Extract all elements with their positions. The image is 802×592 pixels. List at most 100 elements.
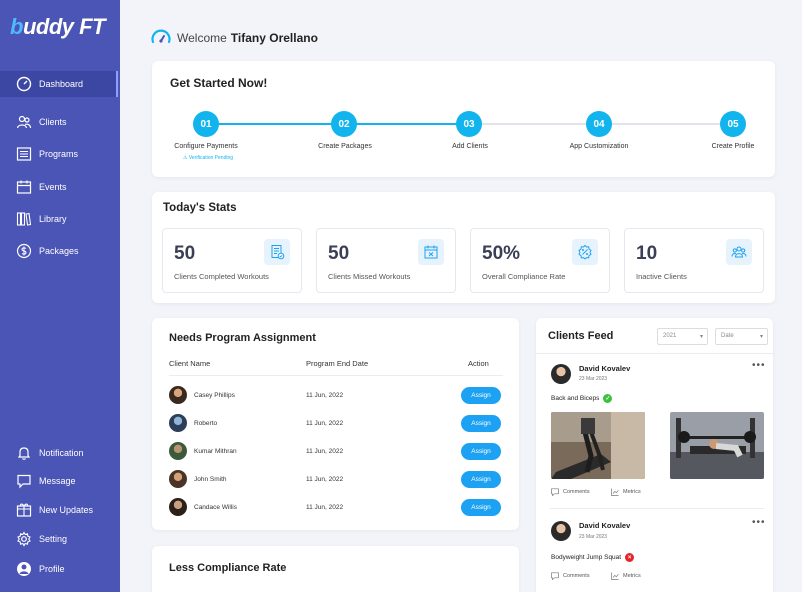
- stat-inactive-clients[interactable]: 10 Inactive Clients: [624, 228, 764, 293]
- step-1-label[interactable]: Configure Payments: [174, 143, 237, 150]
- less-compliance-title: Less Compliance Rate: [169, 562, 287, 574]
- compliance-badge-icon: [572, 239, 598, 265]
- post-date: 23 Mar 2023: [579, 534, 608, 540]
- workout-check-icon: [264, 239, 290, 265]
- library-icon: [16, 211, 32, 227]
- step-1-circle[interactable]: 01: [193, 111, 219, 137]
- get-started-title: Get Started Now!: [170, 76, 268, 90]
- speedometer-icon: [151, 29, 171, 44]
- year-select[interactable]: 2021 ▾: [657, 328, 708, 345]
- post-author[interactable]: David Kovalev: [579, 521, 630, 530]
- stat-label: Inactive Clients: [636, 272, 687, 281]
- client-name[interactable]: Casey Phillips: [194, 392, 235, 399]
- dashboard-icon: [16, 76, 32, 92]
- column-header-end-date: Program End Date: [306, 359, 369, 368]
- post-workout-title: Back and Biceps ✓: [551, 394, 613, 403]
- post-author[interactable]: David Kovalev: [579, 364, 630, 373]
- chevron-down-icon: ▾: [759, 334, 763, 340]
- avatar[interactable]: [551, 521, 571, 541]
- client-name[interactable]: Candace Willis: [194, 504, 237, 511]
- program-end-date: 11 Jun, 2022: [306, 448, 344, 455]
- stat-completed-workouts[interactable]: 50 Clients Completed Workouts: [162, 228, 302, 293]
- step-5-circle[interactable]: 05: [720, 111, 746, 137]
- column-header-client-name: Client Name: [169, 359, 211, 368]
- avatar: [169, 414, 187, 432]
- nav-clients[interactable]: Clients: [0, 109, 120, 135]
- workout-photo[interactable]: [670, 412, 764, 479]
- post-divider: [550, 508, 764, 509]
- nav-library[interactable]: Library: [0, 206, 120, 232]
- nav-message[interactable]: Message: [0, 468, 120, 494]
- assign-button[interactable]: Assign: [461, 387, 501, 404]
- bell-icon: [16, 445, 32, 461]
- workout-name: Bodyweight Jump Squat: [551, 554, 622, 561]
- client-name[interactable]: John Smith: [194, 476, 227, 483]
- assign-button[interactable]: Assign: [461, 443, 501, 460]
- program-end-date: 11 Jun, 2022: [306, 476, 344, 483]
- get-started-card: Get Started Now! 01 02 03 04 05 Configur…: [152, 61, 775, 177]
- stat-value: 10: [636, 243, 658, 264]
- more-options-icon[interactable]: •••: [752, 360, 766, 371]
- updates-icon: [16, 502, 32, 518]
- comment-icon: [551, 488, 559, 496]
- program-end-date: 11 Jun, 2022: [306, 420, 344, 427]
- avatar[interactable]: [551, 364, 571, 384]
- more-options-icon[interactable]: •••: [752, 517, 766, 528]
- group-icon: [726, 239, 752, 265]
- app-logo[interactable]: buddy FT: [10, 14, 106, 40]
- step-2-circle[interactable]: 02: [331, 111, 357, 137]
- comments-button[interactable]: Comments: [551, 572, 590, 580]
- year-select-value: 2021: [663, 333, 677, 339]
- nav-label: Packages: [39, 246, 79, 256]
- step-4-label[interactable]: App Customization: [570, 143, 629, 150]
- stat-missed-workouts[interactable]: 50 Clients Missed Workouts: [316, 228, 456, 293]
- step-4-circle[interactable]: 04: [586, 111, 612, 137]
- client-name[interactable]: Kumar Mithran: [194, 448, 237, 455]
- packages-icon: [16, 243, 32, 259]
- nav-label: Library: [39, 214, 67, 224]
- nav-new-updates[interactable]: New Updates: [0, 497, 120, 523]
- stat-value: 50: [328, 243, 350, 264]
- nav-notification[interactable]: Notification: [0, 440, 120, 466]
- assign-button[interactable]: Assign: [461, 471, 501, 488]
- avatar: [169, 442, 187, 460]
- stat-compliance-rate[interactable]: 50% Overall Compliance Rate: [470, 228, 610, 293]
- date-select[interactable]: Date ▾: [715, 328, 768, 345]
- table-row: Kumar Mithran 11 Jun, 2022 Assign: [169, 442, 503, 462]
- todays-stats-card: Today's Stats 50 Clients Completed Worko…: [152, 192, 775, 303]
- clients-icon: [16, 114, 32, 130]
- metrics-button[interactable]: Metrics: [611, 572, 641, 580]
- nav-programs[interactable]: Programs: [0, 141, 120, 167]
- message-icon: [16, 473, 32, 489]
- step-3-label[interactable]: Add Clients: [452, 143, 488, 150]
- stat-label: Clients Completed Workouts: [174, 272, 269, 281]
- assign-button[interactable]: Assign: [461, 499, 501, 516]
- stats-title: Today's Stats: [163, 202, 237, 214]
- nav-events[interactable]: Events: [0, 174, 120, 200]
- step-2-label[interactable]: Create Packages: [318, 143, 372, 150]
- post-workout-title: Bodyweight Jump Squat ×: [551, 553, 635, 562]
- clients-feed-title: Clients Feed: [548, 330, 614, 342]
- feed-header-divider: [536, 353, 773, 354]
- step-5-label[interactable]: Create Profile: [712, 143, 755, 150]
- table-row: John Smith 11 Jun, 2022 Assign: [169, 470, 503, 490]
- column-header-action: Action: [468, 359, 489, 368]
- nav-label: Programs: [39, 149, 79, 159]
- nav-label: Clients: [39, 117, 67, 127]
- welcome-header: Welcome Tifany Orellano: [150, 27, 318, 49]
- nav-profile[interactable]: Profile: [0, 556, 120, 582]
- nav-packages[interactable]: Packages: [0, 238, 120, 264]
- client-name[interactable]: Roberto: [194, 420, 217, 427]
- workout-photo[interactable]: [551, 412, 645, 479]
- comments-label: Comments: [563, 489, 590, 495]
- step-3-circle[interactable]: 03: [456, 111, 482, 137]
- metrics-button[interactable]: Metrics: [611, 488, 641, 496]
- nav-setting[interactable]: Setting: [0, 526, 120, 552]
- table-header-divider: [169, 375, 503, 376]
- avatar: [169, 498, 187, 516]
- comments-button[interactable]: Comments: [551, 488, 590, 496]
- assign-button[interactable]: Assign: [461, 415, 501, 432]
- nav-label: Notification: [39, 448, 84, 458]
- nav-label: Events: [39, 182, 67, 192]
- nav-dashboard[interactable]: Dashboard: [0, 71, 118, 97]
